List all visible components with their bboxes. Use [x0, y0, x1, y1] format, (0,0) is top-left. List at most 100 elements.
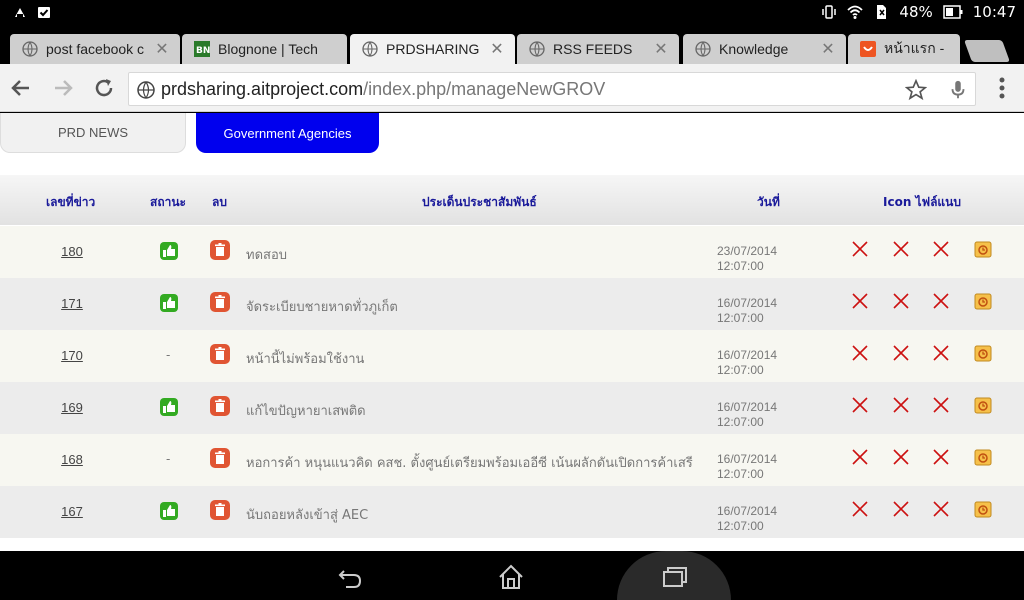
- back-arrow-icon[interactable]: [9, 76, 33, 100]
- notification-icon: [15, 8, 25, 17]
- no-file-x-icon: [893, 449, 909, 465]
- approved-thumb-icon[interactable]: [160, 398, 178, 416]
- government-agencies-button[interactable]: Government Agencies: [196, 113, 379, 153]
- file-attachment-icon[interactable]: [974, 344, 992, 362]
- no-file-x-icon: [933, 501, 949, 517]
- recent-apps-nav-icon[interactable]: [660, 563, 688, 591]
- delete-trash-icon[interactable]: [210, 292, 230, 312]
- home-nav-icon[interactable]: [497, 563, 525, 591]
- news-datetime: 23/07/2014 12:07:00: [717, 244, 777, 274]
- table-row: 170 - หน้านี้ไม่พร้อมใช้งาน 16/07/2014 12:07…: [0, 330, 1024, 382]
- news-date: 16/07/2014: [717, 296, 778, 310]
- table-row: 180 ทดสอบ 23/07/2014 12:07:00: [0, 226, 1024, 278]
- no-file-x-icon: [893, 241, 909, 257]
- url-text[interactable]: prdsharing.aitproject.com/index.php/mana…: [161, 79, 605, 100]
- browser-toolbar: prdsharing.aitproject.com/index.php/mana…: [0, 64, 1024, 112]
- no-file-x-icon: [893, 293, 909, 309]
- table-row: 168 - หอการค้า หนุนแนวคิด คสช. ตั้งศูนย์เต…: [0, 434, 1024, 486]
- table-row: 167 นับถอยหลังเข้าสู่ AEC 16/07/2014 12:07:…: [0, 486, 1024, 538]
- browser-tab-strip: post facebook c ✕ BN Blognone | Tech PRD…: [0, 26, 1024, 64]
- news-id-link[interactable]: 170: [58, 348, 86, 363]
- delete-trash-icon[interactable]: [210, 448, 230, 468]
- news-datetime: 16/07/2014 12:07:00: [717, 400, 777, 430]
- news-title: หน้านี้ไม่พร้อมใช้งาน: [246, 352, 365, 367]
- header-status: สถานะ: [150, 195, 186, 209]
- tab-close-icon[interactable]: ✕: [152, 39, 172, 59]
- news-id-link[interactable]: 169: [58, 400, 86, 415]
- tab-title: Blognone | Tech: [218, 41, 318, 57]
- tab-title: post facebook c: [46, 41, 145, 57]
- prd-news-button[interactable]: PRD NEWS: [0, 113, 186, 153]
- tab-knowledge[interactable]: Knowledge ✕: [683, 34, 846, 64]
- tab-post-facebook[interactable]: post facebook c ✕: [10, 34, 180, 64]
- header-id: เลขที่ข่าว: [46, 195, 96, 209]
- approved-thumb-icon[interactable]: [160, 502, 178, 520]
- no-file-x-icon: [933, 449, 949, 465]
- news-id-link[interactable]: 180: [58, 244, 86, 259]
- news-title: แก้ไขปัญหายาเสพติด: [246, 404, 366, 419]
- tab-pantip[interactable]: หน้าแรก -: [848, 34, 960, 64]
- globe-icon: [22, 41, 38, 57]
- new-tab-button[interactable]: [963, 40, 1011, 62]
- microphone-icon[interactable]: [947, 79, 969, 101]
- forward-arrow-icon[interactable]: [51, 76, 75, 100]
- tab-prdsharing[interactable]: PRDSHARING ✕: [350, 34, 515, 64]
- file-attachment-icon[interactable]: [974, 500, 992, 518]
- file-attachment-icon[interactable]: [974, 240, 992, 258]
- clock: 10:47: [972, 3, 1016, 21]
- tab-close-icon[interactable]: ✕: [818, 39, 838, 59]
- tab-title: PRDSHARING: [386, 41, 480, 57]
- globe-icon: [529, 41, 545, 57]
- no-file-x-icon: [933, 345, 949, 361]
- no-file-x-icon: [852, 397, 868, 413]
- news-time: 12:07:00: [717, 311, 764, 325]
- news-title: จัดระเบียบชายหาดทั่วภูเก็ต: [246, 300, 398, 315]
- tab-close-icon[interactable]: ✕: [651, 39, 671, 59]
- news-date: 16/07/2014: [717, 400, 778, 414]
- menu-dots-icon[interactable]: [994, 76, 1010, 100]
- web-page: PRD NEWS Government Agencies เลขที่ข่าว …: [0, 113, 1024, 551]
- tab-close-icon[interactable]: ✕: [487, 39, 507, 59]
- news-date: 23/07/2014: [717, 244, 778, 258]
- delete-trash-icon[interactable]: [210, 500, 230, 520]
- delete-trash-icon[interactable]: [210, 396, 230, 416]
- back-nav-icon[interactable]: [336, 563, 364, 591]
- approved-thumb-icon[interactable]: [160, 294, 178, 312]
- news-id-link[interactable]: 168: [58, 452, 86, 467]
- bn-icon: BN: [194, 41, 210, 57]
- table-header: เลขที่ข่าว สถานะ ลบ ประเด็นประชาสัมพันธ์…: [0, 175, 1024, 225]
- no-file-x-icon: [893, 345, 909, 361]
- file-attachment-icon[interactable]: [974, 448, 992, 466]
- header-topic: ประเด็นประชาสัมพันธ์: [422, 195, 537, 209]
- checkbox-notification-icon: [38, 7, 50, 18]
- url-path: /index.php/manageNewGROV: [363, 79, 606, 99]
- news-datetime: 16/07/2014 12:07:00: [717, 348, 777, 378]
- news-datetime: 16/07/2014 12:07:00: [717, 452, 777, 482]
- news-time: 12:07:00: [717, 467, 764, 481]
- news-datetime: 16/07/2014 12:07:00: [717, 504, 777, 534]
- approved-thumb-icon[interactable]: [160, 242, 178, 260]
- news-time: 12:07:00: [717, 363, 764, 377]
- no-file-x-icon: [852, 449, 868, 465]
- news-id-link[interactable]: 171: [58, 296, 86, 311]
- file-attachment-icon[interactable]: [974, 292, 992, 310]
- header-date: วันที่: [757, 195, 780, 209]
- android-status-bar: 48% 10:47: [0, 0, 1024, 26]
- tab-rss-feeds[interactable]: RSS FEEDS ✕: [517, 34, 679, 64]
- star-bookmark-icon[interactable]: [905, 79, 927, 101]
- news-date: 16/07/2014: [717, 348, 778, 362]
- no-file-x-icon: [852, 345, 868, 361]
- omnibox[interactable]: prdsharing.aitproject.com/index.php/mana…: [128, 72, 976, 106]
- battery-icon: [943, 5, 963, 19]
- delete-trash-icon[interactable]: [210, 344, 230, 364]
- tab-blognone[interactable]: BN Blognone | Tech: [182, 34, 347, 64]
- news-id-link[interactable]: 167: [58, 504, 86, 519]
- header-files: Icon ไฟล์แนบ: [883, 195, 961, 209]
- tab-title: RSS FEEDS: [553, 41, 633, 57]
- tab-title: หน้าแรก -: [884, 40, 945, 56]
- svg-text:BN: BN: [196, 46, 210, 56]
- delete-trash-icon[interactable]: [210, 240, 230, 260]
- globe-icon: [137, 81, 155, 99]
- file-attachment-icon[interactable]: [974, 396, 992, 414]
- reload-icon[interactable]: [92, 76, 116, 100]
